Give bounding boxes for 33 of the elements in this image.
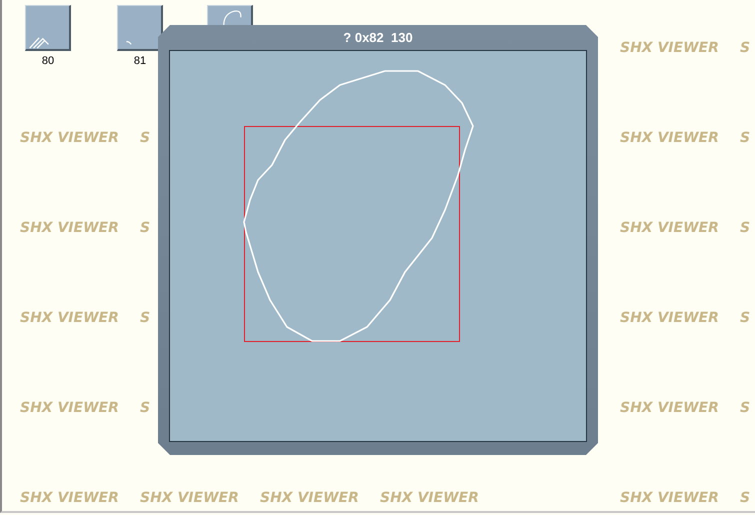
watermark-text: SHX VIEWER xyxy=(20,490,119,506)
watermark-text: SHX VIEWER xyxy=(20,130,119,146)
watermark-text: S xyxy=(140,220,150,236)
watermark-text: SHX VIEWER xyxy=(620,130,719,146)
watermark-text: SHX VIEWER xyxy=(380,490,479,506)
glyph-thumbnail[interactable] xyxy=(117,5,163,51)
watermark-text: SHX VIEWER xyxy=(20,220,119,236)
watermark-text: SHX VIEWER xyxy=(620,220,719,236)
thumbnail-label: 80 xyxy=(42,55,54,67)
watermark-text: S xyxy=(740,490,750,506)
thumbnail-label: 81 xyxy=(134,55,146,67)
watermark-text: S xyxy=(140,310,150,326)
watermark-text: S xyxy=(740,130,750,146)
watermark-text: S xyxy=(740,310,750,326)
watermark-text: SHX VIEWER xyxy=(620,490,719,506)
watermark-text: S xyxy=(740,40,750,56)
glyph-thumbnail[interactable] xyxy=(25,5,71,51)
window-title: ? 0x82 130 xyxy=(343,30,413,45)
watermark-text: SHX VIEWER xyxy=(620,400,719,416)
watermark-text: S xyxy=(140,400,150,416)
glyph-thumbnail[interactable] xyxy=(207,5,253,25)
watermark-text: S xyxy=(140,130,150,146)
watermark-text: SHX VIEWER xyxy=(260,490,359,506)
watermark-text: S xyxy=(740,220,750,236)
watermark-text: S xyxy=(740,400,750,416)
glyph-drawing xyxy=(29,37,50,49)
watermark-text: SHX VIEWER xyxy=(20,400,119,416)
glyph-drawing xyxy=(126,40,132,45)
watermark-text: SHX VIEWER xyxy=(620,40,719,56)
watermark-text: SHX VIEWER xyxy=(620,310,719,326)
watermark-text: SHX VIEWER xyxy=(140,490,239,506)
glyph-drawing xyxy=(223,10,242,25)
watermark-text: SHX VIEWER xyxy=(20,310,119,326)
